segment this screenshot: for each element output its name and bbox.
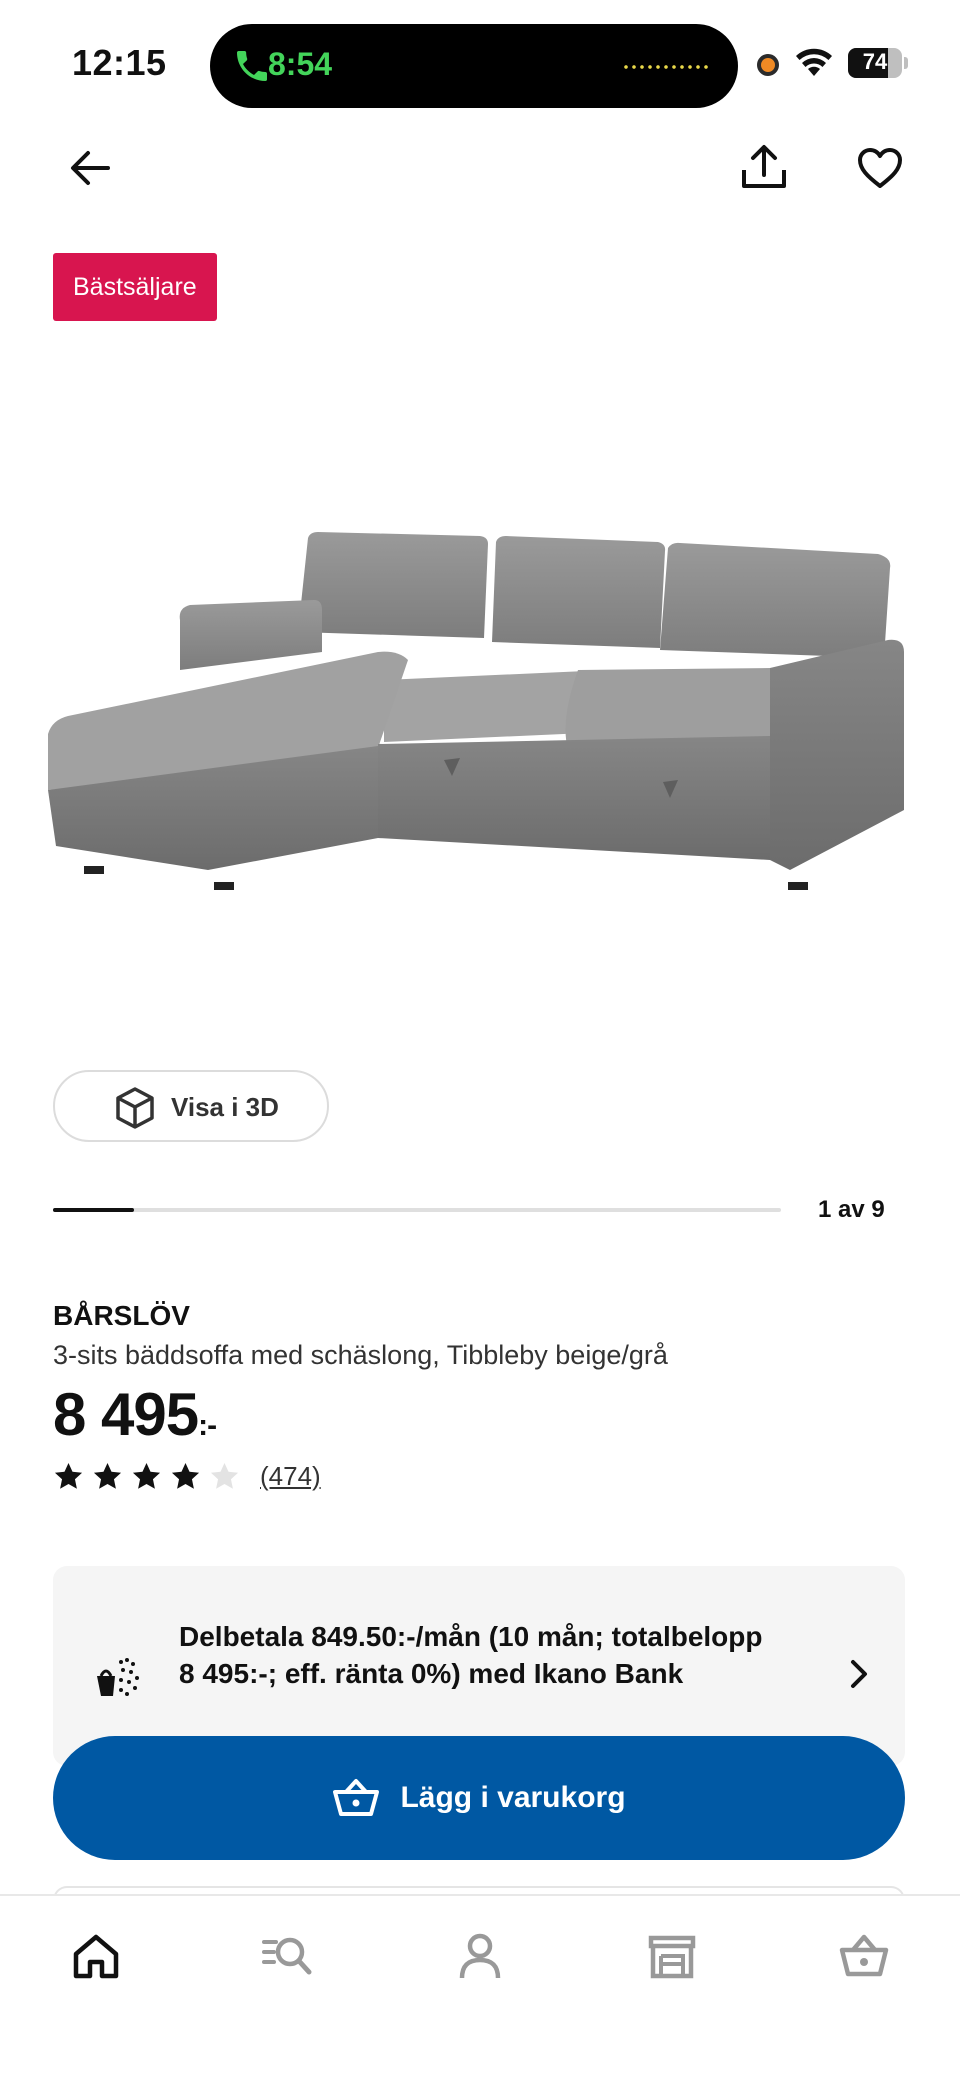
favorite-button[interactable] [848, 136, 912, 200]
call-pill[interactable]: 8:54 [210, 24, 738, 108]
cube-icon [116, 1087, 154, 1129]
bottom-tab-bar [0, 1894, 960, 2081]
search-list-icon [262, 1937, 312, 1975]
product-description: 3-sits bäddsoffa med schäslong, Tibbleby… [53, 1340, 668, 1370]
store-icon [648, 1935, 696, 1979]
product-page: 12:15 8:54 74 Bästsäljare Visa i 3D 1 av… [0, 0, 960, 2081]
person-icon [459, 1933, 501, 1979]
arrow-left-icon [71, 151, 110, 185]
installment-text: Delbetala 849.50:-/mån (10 mån; totalbel… [179, 1621, 763, 1689]
tab-profile[interactable] [444, 1926, 516, 1986]
image-carousel-progress[interactable] [53, 1208, 781, 1212]
back-button[interactable] [58, 136, 122, 200]
heart-icon [858, 148, 902, 188]
product-rating[interactable]: (474) [53, 1458, 321, 1494]
star-empty-icon [210, 1462, 239, 1489]
rating-stars [53, 1461, 240, 1492]
battery-level: 74 [862, 49, 888, 74]
share-button[interactable] [732, 136, 796, 200]
basket-icon [839, 1934, 889, 1977]
basket-icon [333, 1779, 380, 1816]
star-filled-icon [171, 1462, 200, 1489]
home-icon [73, 1934, 119, 1979]
share-icon [742, 145, 786, 188]
price-value: 8 495 [53, 1381, 199, 1448]
tab-store[interactable] [636, 1926, 708, 1986]
call-duration: 8:54 [268, 46, 333, 82]
carousel-counter: 1 av 9 [818, 1196, 885, 1223]
star-filled-icon [54, 1462, 83, 1489]
mic-indicator-icon [757, 54, 779, 76]
tab-search[interactable] [251, 1926, 323, 1986]
battery-icon: 74 [848, 48, 908, 78]
tab-cart[interactable] [828, 1926, 900, 1986]
view-3d-label: Visa i 3D [171, 1092, 279, 1122]
wifi-icon [796, 48, 832, 76]
star-filled-icon [93, 1462, 122, 1489]
product-price: 8 495:- [53, 1380, 217, 1449]
product-name: BÅRSLÖV [53, 1300, 190, 1331]
add-to-cart-button[interactable]: Lägg i varukorg [53, 1736, 905, 1860]
star-filled-icon [132, 1462, 161, 1489]
payment-icon [97, 1658, 139, 1696]
product-image[interactable] [48, 520, 918, 900]
add-to-cart-label: Lägg i varukorg [400, 1781, 626, 1814]
chevron-right-icon [851, 1660, 867, 1688]
status-bar: 12:15 8:54 74 [0, 0, 960, 120]
audio-wave-icon [622, 64, 710, 70]
tab-home[interactable] [60, 1926, 132, 1986]
bestseller-badge: Bästsäljare [53, 253, 217, 321]
review-count-link[interactable]: (474) [260, 1461, 321, 1492]
view-3d-button[interactable]: Visa i 3D [53, 1070, 329, 1142]
phone-icon [237, 51, 267, 81]
status-time: 12:15 [72, 42, 167, 83]
carousel-progress-fill [53, 1208, 134, 1212]
price-suffix: :- [198, 1409, 217, 1442]
